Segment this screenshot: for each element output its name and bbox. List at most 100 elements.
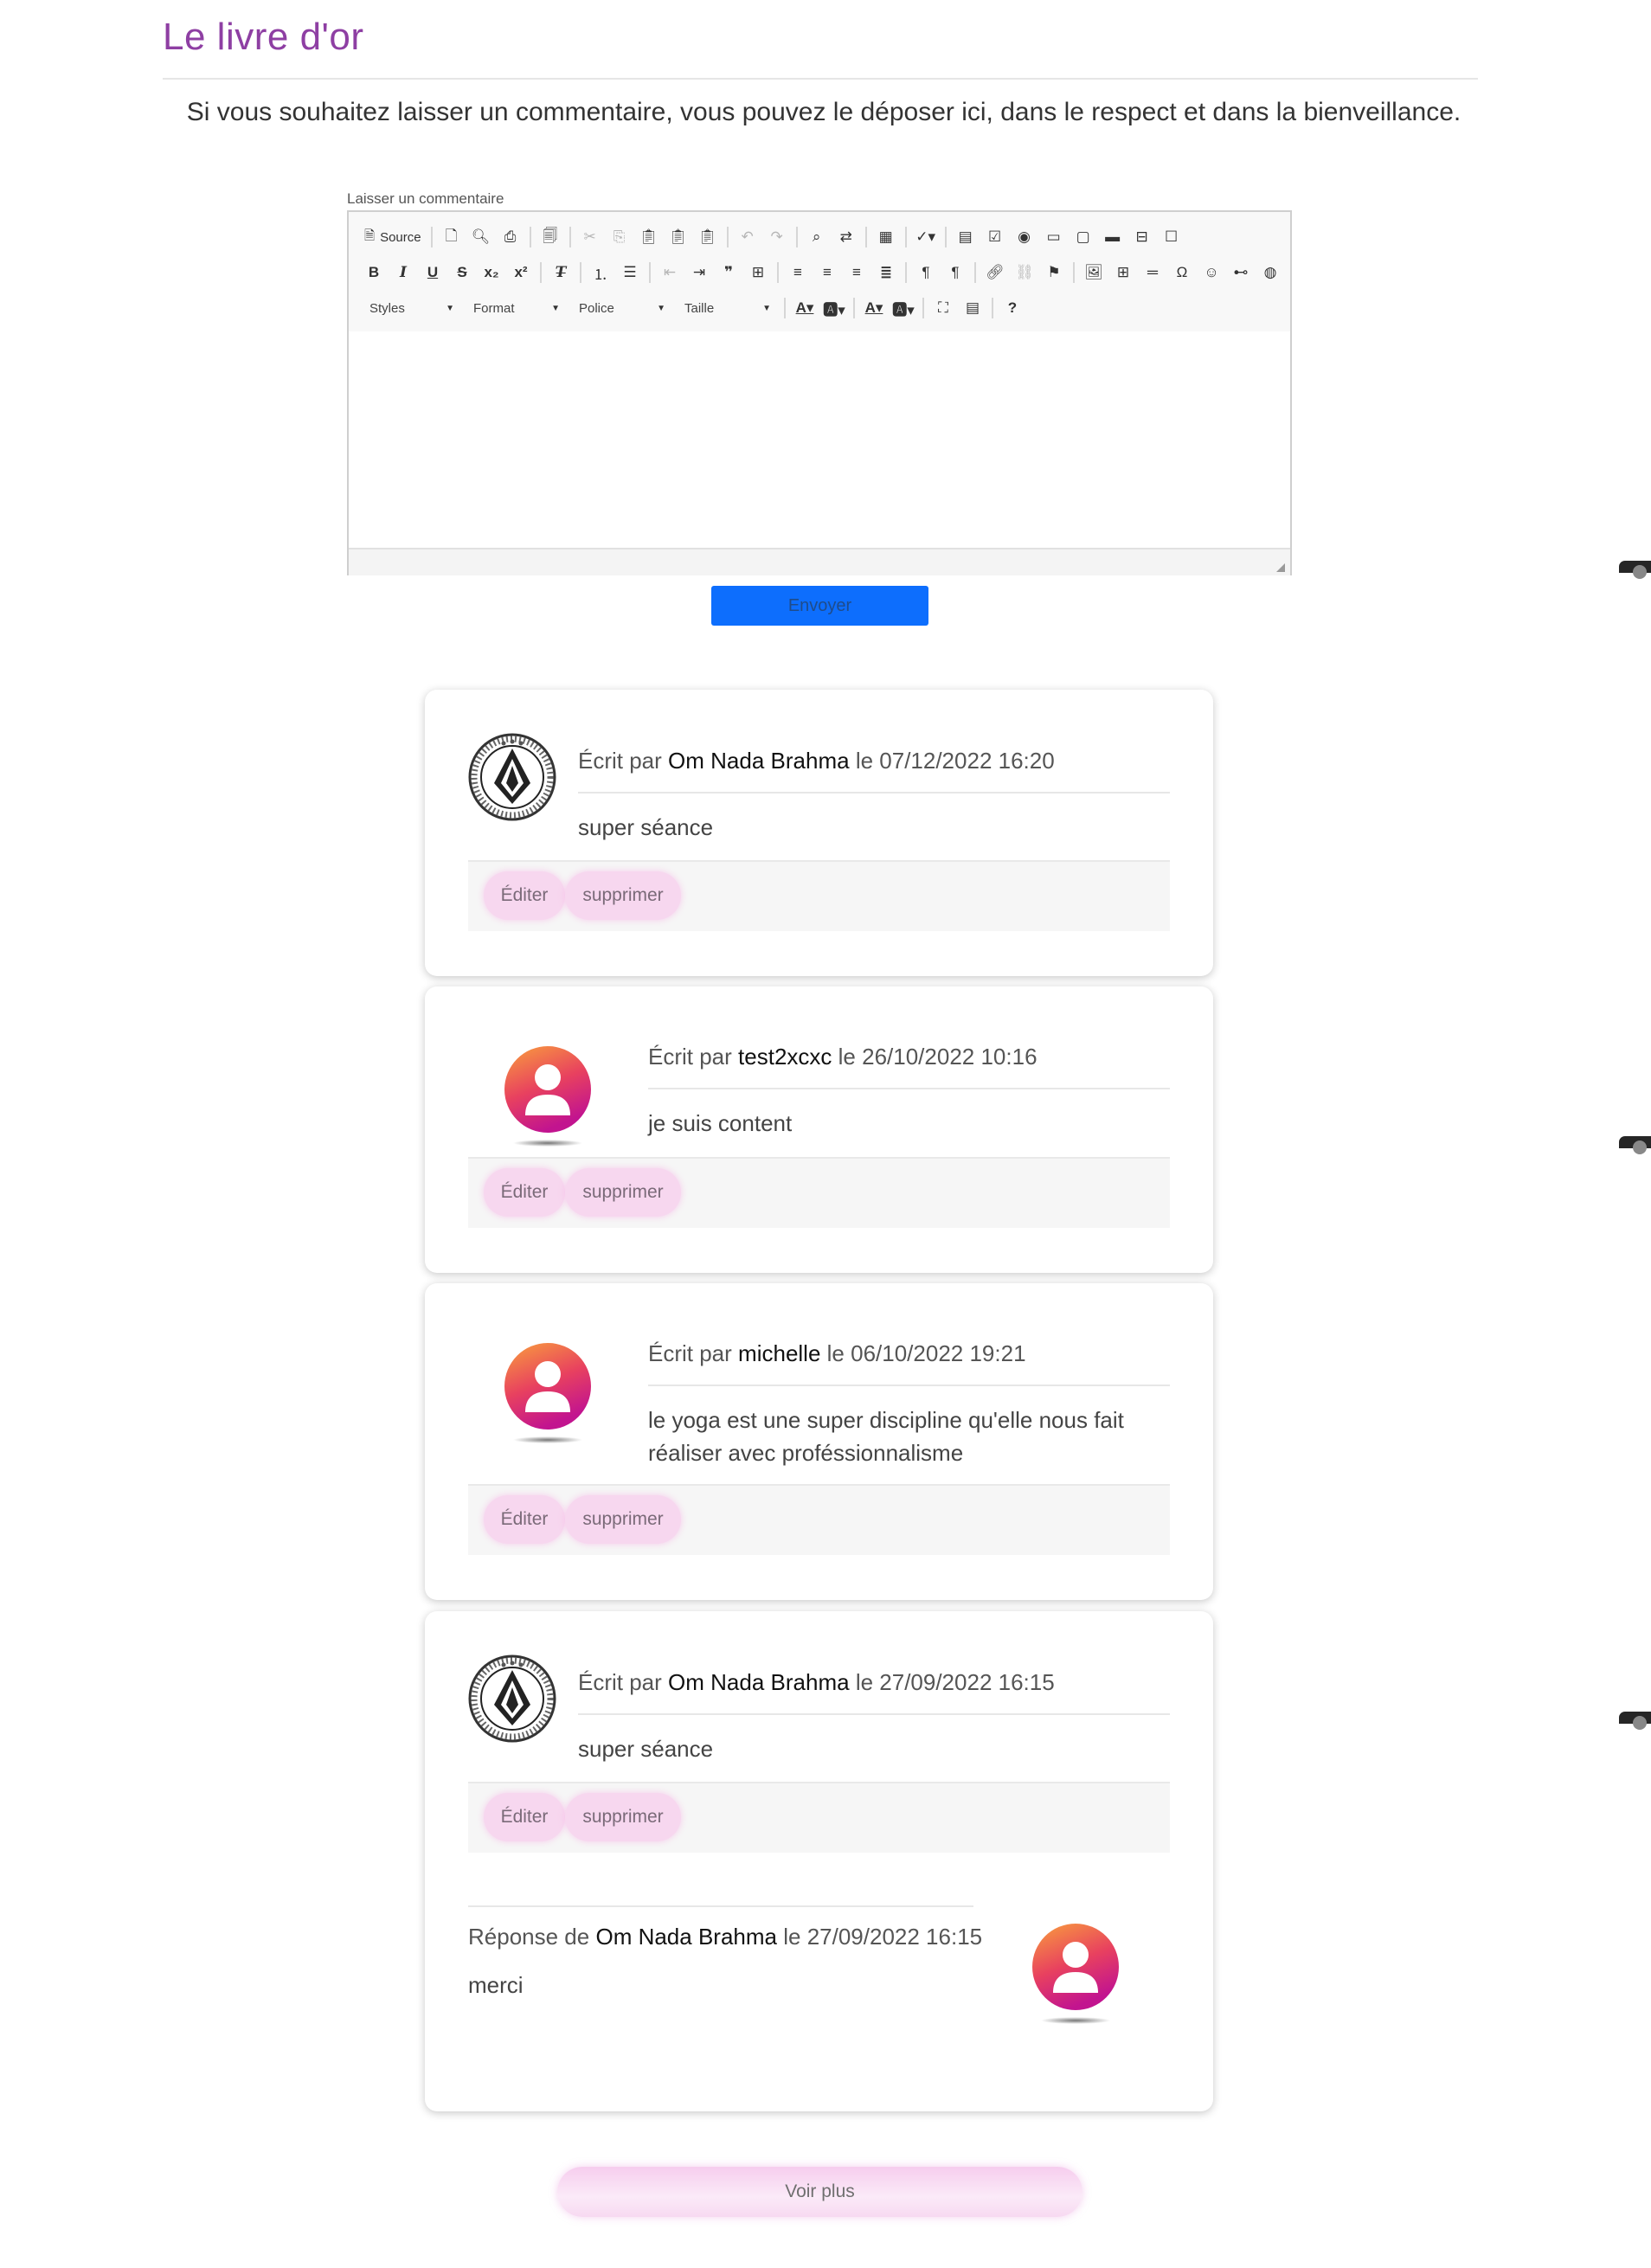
- hidden-field-icon[interactable]: ☐: [1157, 224, 1186, 250]
- align-center-icon[interactable]: ≡: [813, 260, 842, 286]
- text-color-icon[interactable]: A▾: [859, 295, 889, 321]
- copy-icon[interactable]: ⎘: [605, 224, 634, 250]
- print-icon[interactable]: ⎙: [496, 224, 525, 250]
- horizontal-rule-icon[interactable]: ═: [1138, 260, 1167, 286]
- meta-divider: [578, 1713, 1170, 1715]
- edit-button[interactable]: Éditer: [484, 1168, 565, 1217]
- subscript-icon[interactable]: x₂: [477, 260, 506, 286]
- special-char-icon[interactable]: Ω: [1167, 260, 1197, 286]
- undo-icon[interactable]: ↶: [733, 224, 762, 250]
- chevron-down-icon: ▼: [446, 303, 454, 313]
- delete-button[interactable]: supprimer: [565, 1495, 681, 1544]
- templates-icon[interactable]: 🗐: [536, 224, 565, 250]
- remove-format-icon[interactable]: T̶: [546, 260, 575, 286]
- iframe-icon[interactable]: ◍: [1256, 260, 1285, 286]
- comment-author[interactable]: test2xcxc: [738, 1044, 832, 1070]
- outdent-icon[interactable]: ⇤: [655, 260, 684, 286]
- select-field-icon[interactable]: ▬: [1098, 224, 1127, 250]
- delete-button[interactable]: supprimer: [565, 1793, 681, 1841]
- blockquote-icon[interactable]: ❞: [714, 260, 743, 286]
- justify-icon[interactable]: ≣: [871, 260, 901, 286]
- find-icon[interactable]: ⌕: [802, 224, 832, 250]
- source-icon: 🗎: [364, 228, 376, 243]
- comment-author[interactable]: michelle: [738, 1340, 820, 1366]
- comment-date: le 27/09/2022 16:15: [855, 1669, 1055, 1695]
- checkbox-icon[interactable]: ☑: [980, 224, 1010, 250]
- align-left-icon[interactable]: ≡: [783, 260, 813, 286]
- form-icon[interactable]: ▤: [951, 224, 980, 250]
- ltr-icon[interactable]: ¶: [911, 260, 941, 286]
- strikethrough-icon[interactable]: S: [447, 260, 477, 286]
- replace-icon[interactable]: ⇄: [832, 224, 861, 250]
- side-scroll-tab[interactable]: [1619, 561, 1651, 579]
- meta-divider: [648, 1385, 1170, 1386]
- delete-button[interactable]: supprimer: [565, 1168, 681, 1217]
- select-all-icon[interactable]: ▦: [871, 224, 901, 250]
- toolbar-separator: [992, 298, 993, 318]
- toolbar-separator: [726, 227, 729, 247]
- unlink-icon[interactable]: ⛓: [1010, 260, 1039, 286]
- bold-icon[interactable]: B: [359, 260, 389, 286]
- load-more-button[interactable]: Voir plus: [557, 2167, 1082, 2217]
- styles-dropdown[interactable]: Styles ▼: [359, 295, 463, 321]
- format-dropdown[interactable]: Format ▼: [463, 295, 569, 321]
- font-dropdown[interactable]: Police ▼: [569, 295, 674, 321]
- anchor-icon[interactable]: ⚑: [1039, 260, 1069, 286]
- background-color-icon[interactable]: 🅰▾: [819, 295, 849, 321]
- spellcheck-icon[interactable]: ✓▾: [911, 224, 941, 250]
- side-scroll-tab[interactable]: [1619, 1136, 1651, 1154]
- toolbar-separator: [580, 262, 581, 283]
- source-button[interactable]: 🗎 Source: [359, 224, 427, 250]
- redo-icon[interactable]: ↷: [762, 224, 792, 250]
- table-icon[interactable]: ⊞: [1108, 260, 1138, 286]
- delete-button[interactable]: supprimer: [565, 871, 681, 920]
- paste-word-icon[interactable]: 📋︎: [693, 224, 723, 250]
- comment-author[interactable]: Om Nada Brahma: [668, 748, 850, 774]
- size-dropdown[interactable]: Taille ▼: [674, 295, 780, 321]
- logo-avatar: [468, 733, 556, 821]
- resize-handle-icon[interactable]: [1276, 563, 1285, 572]
- textarea-icon[interactable]: ▢: [1069, 224, 1098, 250]
- button-field-icon[interactable]: ⊟: [1127, 224, 1157, 250]
- preview-icon[interactable]: 🔍︎: [466, 224, 496, 250]
- edit-button[interactable]: Éditer: [484, 871, 565, 920]
- underline-icon[interactable]: U: [418, 260, 447, 286]
- new-page-icon[interactable]: 🗋: [437, 224, 466, 250]
- toolbar-separator: [784, 298, 786, 318]
- paste-text-icon[interactable]: 📋︎: [664, 224, 693, 250]
- textfield-icon[interactable]: ▭: [1039, 224, 1069, 250]
- div-container-icon[interactable]: ⊞: [743, 260, 773, 286]
- send-button[interactable]: Envoyer: [711, 586, 928, 626]
- link-icon[interactable]: 🔗︎: [980, 260, 1010, 286]
- text-color-icon[interactable]: A▾: [790, 295, 819, 321]
- page-break-icon[interactable]: ⊷: [1226, 260, 1256, 286]
- indent-icon[interactable]: ⇥: [684, 260, 714, 286]
- reply-author[interactable]: Om Nada Brahma: [595, 1924, 777, 1950]
- user-avatar-icon: [1031, 1924, 1121, 2027]
- maximize-icon[interactable]: ⛶: [928, 295, 958, 321]
- edit-button[interactable]: Éditer: [484, 1495, 565, 1544]
- superscript-icon[interactable]: x²: [506, 260, 536, 286]
- rtl-icon[interactable]: ¶: [941, 260, 970, 286]
- smiley-icon[interactable]: ☺: [1197, 260, 1226, 286]
- edit-button[interactable]: Éditer: [484, 1793, 565, 1841]
- image-icon[interactable]: 🖼︎: [1079, 260, 1108, 286]
- page-title: Le livre d'or: [163, 16, 364, 58]
- italic-icon[interactable]: I: [389, 260, 418, 286]
- comment-author[interactable]: Om Nada Brahma: [668, 1669, 850, 1695]
- cut-icon[interactable]: ✂: [575, 224, 605, 250]
- numbered-list-icon[interactable]: ⒈: [586, 260, 615, 286]
- background-color-icon[interactable]: 🅰▾: [889, 295, 918, 321]
- comment-actions: Éditer supprimer: [468, 1157, 1170, 1228]
- toolbar-separator: [795, 227, 798, 247]
- paste-icon[interactable]: 📋︎: [634, 224, 664, 250]
- bullet-list-icon[interactable]: ☰: [615, 260, 645, 286]
- show-blocks-icon[interactable]: ▤: [958, 295, 987, 321]
- align-right-icon[interactable]: ≡: [842, 260, 871, 286]
- editor-status-bar: [349, 548, 1290, 575]
- help-icon[interactable]: ?: [998, 295, 1027, 321]
- editor-text-area[interactable]: [349, 331, 1290, 548]
- intro-text: Si vous souhaitez laisser un commentaire…: [186, 98, 1461, 126]
- side-scroll-tab[interactable]: [1619, 1712, 1651, 1730]
- radio-icon[interactable]: ◉: [1010, 224, 1039, 250]
